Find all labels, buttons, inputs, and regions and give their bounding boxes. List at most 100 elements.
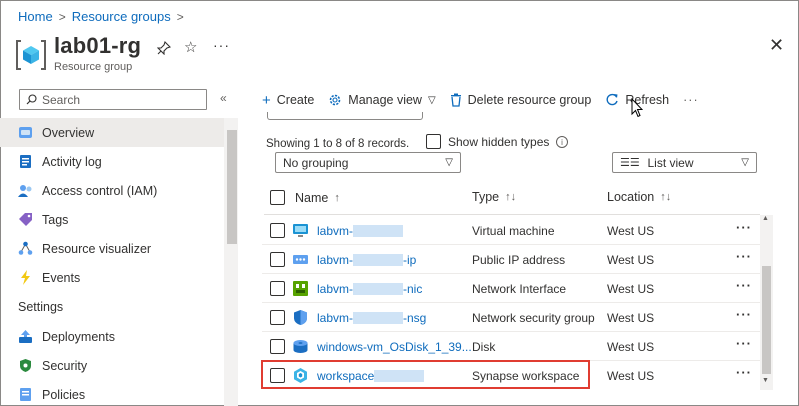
sort-icon: ↑ xyxy=(334,191,340,204)
row-checkbox[interactable] xyxy=(270,223,285,238)
resource-location: West US xyxy=(607,369,655,383)
resource-location: West US xyxy=(607,224,655,238)
sidebar-section-settings: Settings xyxy=(18,300,64,314)
breadcrumb-resource-groups[interactable]: Resource groups xyxy=(72,9,171,24)
row-checkbox[interactable] xyxy=(270,339,285,354)
sidebar-item-label: Access control (IAM) xyxy=(42,183,158,198)
sidebar-scrollbar-thumb[interactable] xyxy=(227,130,237,244)
network-interface-icon xyxy=(293,281,308,296)
sort-icon: ↑↓ xyxy=(505,191,517,203)
list-view-icon: ☰☰ xyxy=(620,157,640,169)
sidebar-item-events[interactable]: Events xyxy=(0,263,224,292)
resource-name-link[interactable]: labvm- -ip xyxy=(317,253,416,267)
column-location-label: Location xyxy=(607,190,655,204)
table-row[interactable]: labvm- Virtual machine West US ··· xyxy=(262,216,760,245)
search-placeholder: Search xyxy=(42,92,81,107)
resource-type: Network security group xyxy=(472,311,595,325)
view-value: List view xyxy=(647,155,694,170)
sidebar-item-label: Deployments xyxy=(42,329,115,344)
pin-icon[interactable] xyxy=(157,41,171,55)
sidebar-item-deployments[interactable]: Deployments xyxy=(0,322,224,351)
create-button[interactable]: + Create xyxy=(262,92,314,109)
plus-icon: + xyxy=(262,91,271,109)
column-header-type[interactable]: Type ↑↓ xyxy=(472,190,516,204)
breadcrumb: Home > Resource groups > xyxy=(18,9,184,24)
star-icon[interactable]: ☆ xyxy=(184,38,197,56)
checkbox[interactable] xyxy=(426,134,441,149)
table-row[interactable]: labvm- -nsg Network security group West U… xyxy=(262,303,760,332)
show-hidden-types-checkbox[interactable]: Show hidden types xyxy=(426,134,549,149)
table-row[interactable]: labvm- -nic Network Interface West US ··· xyxy=(262,274,760,303)
overview-icon xyxy=(18,125,33,140)
sidebar-item-iam[interactable]: Access control (IAM) xyxy=(0,176,224,205)
manage-view-label: Manage view xyxy=(348,93,422,107)
sidebar-item-label: Overview xyxy=(42,125,95,140)
sidebar: Overview Activity log Access control (IA… xyxy=(0,118,224,406)
resource-location: West US xyxy=(607,340,655,354)
row-more-icon[interactable]: ··· xyxy=(736,278,752,293)
column-name-label: Name xyxy=(295,190,329,205)
row-more-icon[interactable]: ··· xyxy=(736,365,752,380)
more-commands-icon[interactable]: ··· xyxy=(683,93,699,107)
table-scrollbar-thumb[interactable] xyxy=(762,266,771,374)
sidebar-item-activity-log[interactable]: Activity log xyxy=(0,147,224,176)
select-all-checkbox[interactable] xyxy=(270,190,285,205)
sidebar-item-label: Resource visualizer xyxy=(42,241,152,256)
row-more-icon[interactable]: ··· xyxy=(736,220,752,235)
info-icon[interactable]: i xyxy=(556,136,568,148)
delete-label: Delete resource group xyxy=(467,93,592,107)
scroll-up-icon[interactable]: ▲ xyxy=(762,215,769,222)
resource-name-link[interactable]: labvm- -nic xyxy=(317,282,422,296)
highlight-box xyxy=(261,360,590,389)
security-icon xyxy=(18,358,33,373)
sidebar-item-label: Security xyxy=(42,358,88,373)
sidebar-item-overview[interactable]: Overview xyxy=(0,118,224,147)
virtual-machine-icon xyxy=(293,224,308,237)
sidebar-item-policies[interactable]: Policies xyxy=(0,380,224,406)
row-more-icon[interactable]: ··· xyxy=(736,249,752,264)
table-row[interactable]: windows-vm_OsDisk_1_39... Disk West US ·… xyxy=(262,332,760,361)
collapse-sidebar-icon[interactable]: « xyxy=(220,91,227,105)
row-more-icon[interactable]: ··· xyxy=(736,336,752,351)
row-more-icon[interactable]: ··· xyxy=(736,307,752,322)
filter-box[interactable] xyxy=(267,112,423,120)
grouping-dropdown[interactable]: No grouping ▽ xyxy=(275,152,461,173)
breadcrumb-home[interactable]: Home xyxy=(18,9,53,24)
sidebar-item-label: Policies xyxy=(42,387,86,402)
sidebar-item-label: Tags xyxy=(42,212,69,227)
column-header-name[interactable]: Name ↑ xyxy=(270,190,340,205)
scroll-down-icon[interactable]: ▼ xyxy=(762,377,769,384)
resource-location: West US xyxy=(607,282,655,296)
gear-icon xyxy=(329,94,341,106)
activity-log-icon xyxy=(18,154,33,169)
chevron-right-icon: > xyxy=(58,9,66,24)
resource-group-icon xyxy=(16,40,46,70)
deployments-icon xyxy=(18,329,33,344)
manage-view-button[interactable]: Manage view ▽ xyxy=(328,93,436,107)
more-icon[interactable]: ··· xyxy=(213,37,230,53)
resource-name-link[interactable]: windows-vm_OsDisk_1_39... xyxy=(317,340,472,354)
lightning-icon xyxy=(18,270,33,285)
chevron-right-icon: > xyxy=(176,9,184,24)
search-input[interactable]: Search xyxy=(19,89,207,110)
view-dropdown[interactable]: ☰☰ List view ▽ xyxy=(612,152,757,173)
table-row[interactable]: labvm- -ip Public IP address West US ··· xyxy=(262,245,760,274)
resource-type: Public IP address xyxy=(472,253,566,267)
mouse-cursor-icon xyxy=(631,98,643,118)
create-label: Create xyxy=(276,93,315,107)
sidebar-item-resource-visualizer[interactable]: Resource visualizer xyxy=(0,234,224,263)
row-checkbox[interactable] xyxy=(270,310,285,325)
row-checkbox[interactable] xyxy=(270,281,285,296)
resource-name-link[interactable]: labvm- -nsg xyxy=(317,311,426,325)
resource-type: Virtual machine xyxy=(472,224,555,238)
column-header-location[interactable]: Location ↑↓ xyxy=(607,190,671,204)
sidebar-item-tags[interactable]: Tags xyxy=(0,205,224,234)
records-count: Showing 1 to 8 of 8 records. xyxy=(266,138,410,150)
row-checkbox[interactable] xyxy=(270,252,285,267)
resource-name-link[interactable]: labvm- xyxy=(317,224,404,238)
grouping-value: No grouping xyxy=(283,155,349,170)
delete-resource-group-button[interactable]: Delete resource group xyxy=(450,93,592,107)
disk-icon xyxy=(293,340,308,353)
close-icon[interactable]: ✕ xyxy=(769,35,784,56)
sidebar-item-security[interactable]: Security xyxy=(0,351,224,380)
